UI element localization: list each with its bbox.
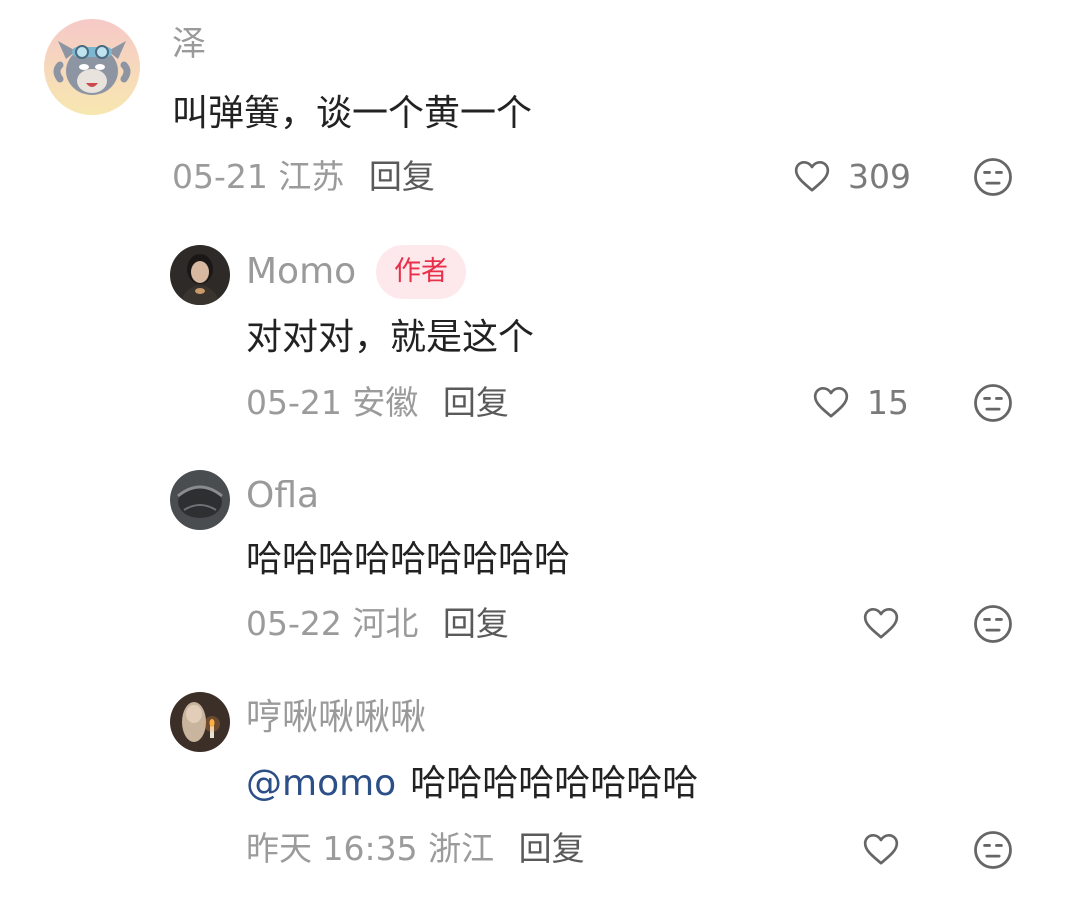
comment-text: @momo 哈哈哈哈哈哈哈哈 [246, 766, 698, 802]
heart-outline-icon [794, 161, 830, 192]
dislike-face-icon [974, 384, 1012, 422]
reply-button[interactable]: 回复 [443, 383, 509, 422]
dislike-face-icon [974, 831, 1012, 869]
heart-outline-icon [813, 387, 849, 418]
comment-meta: 05-22 河北 回复 [246, 607, 509, 640]
avatar-photo-image [170, 245, 230, 305]
comment-location: 安徽 [352, 383, 419, 422]
comment-author[interactable]: Ofla [246, 478, 319, 514]
like-button[interactable] [861, 603, 901, 643]
like-button[interactable]: 15 [811, 382, 909, 422]
avatar-dark-image [170, 470, 230, 530]
author-badge: 作者 [376, 245, 466, 299]
avatar[interactable] [170, 470, 230, 530]
comment-meta: 05-21 江苏 回复 [172, 160, 435, 193]
avatar[interactable] [170, 692, 230, 752]
reply-button[interactable]: 回复 [519, 829, 585, 868]
avatar-cat-image [44, 19, 140, 115]
comment-meta: 05-21 安徽 回复 [246, 386, 509, 419]
comment-location: 河北 [352, 604, 419, 643]
like-button[interactable]: 309 [792, 156, 911, 196]
comment-date: 05-21 [246, 383, 342, 422]
comment-date: 05-22 [246, 604, 342, 643]
dislike-button[interactable] [972, 603, 1014, 645]
reply-button[interactable]: 回复 [443, 604, 509, 643]
like-count: 15 [867, 382, 909, 422]
dislike-button[interactable] [972, 829, 1014, 871]
comment-author[interactable]: Momo [246, 254, 356, 290]
comment-text: 哈哈哈哈哈哈哈哈哈 [246, 539, 571, 580]
avatar-candle-image [170, 692, 230, 752]
comment-text-body: 哈哈哈哈哈哈哈哈 [410, 763, 699, 804]
dislike-face-icon [974, 158, 1012, 196]
dislike-button[interactable] [972, 382, 1014, 424]
dislike-button[interactable] [972, 156, 1014, 198]
comment-location: 江苏 [278, 157, 345, 196]
comment-date: 昨天 16:35 [246, 829, 418, 868]
comment-meta: 昨天 16:35 浙江 回复 [246, 832, 585, 865]
like-count: 309 [848, 156, 911, 196]
comment-location: 浙江 [428, 829, 495, 868]
mention-link[interactable]: @momo [246, 763, 396, 804]
avatar[interactable] [44, 19, 140, 115]
avatar[interactable] [170, 245, 230, 305]
comment-text: 叫弹簧，谈一个黄一个 [172, 93, 533, 134]
comment-author[interactable]: 泽 [172, 27, 206, 61]
comment-text: 对对对，就是这个 [246, 317, 535, 358]
heart-outline-icon [863, 834, 899, 865]
comment-date: 05-21 [172, 157, 268, 196]
heart-outline-icon [863, 608, 899, 639]
like-button[interactable] [861, 829, 901, 869]
comment-author[interactable]: 哼啾啾啾啾 [246, 700, 426, 736]
reply-button[interactable]: 回复 [369, 157, 435, 196]
dislike-face-icon [974, 605, 1012, 643]
